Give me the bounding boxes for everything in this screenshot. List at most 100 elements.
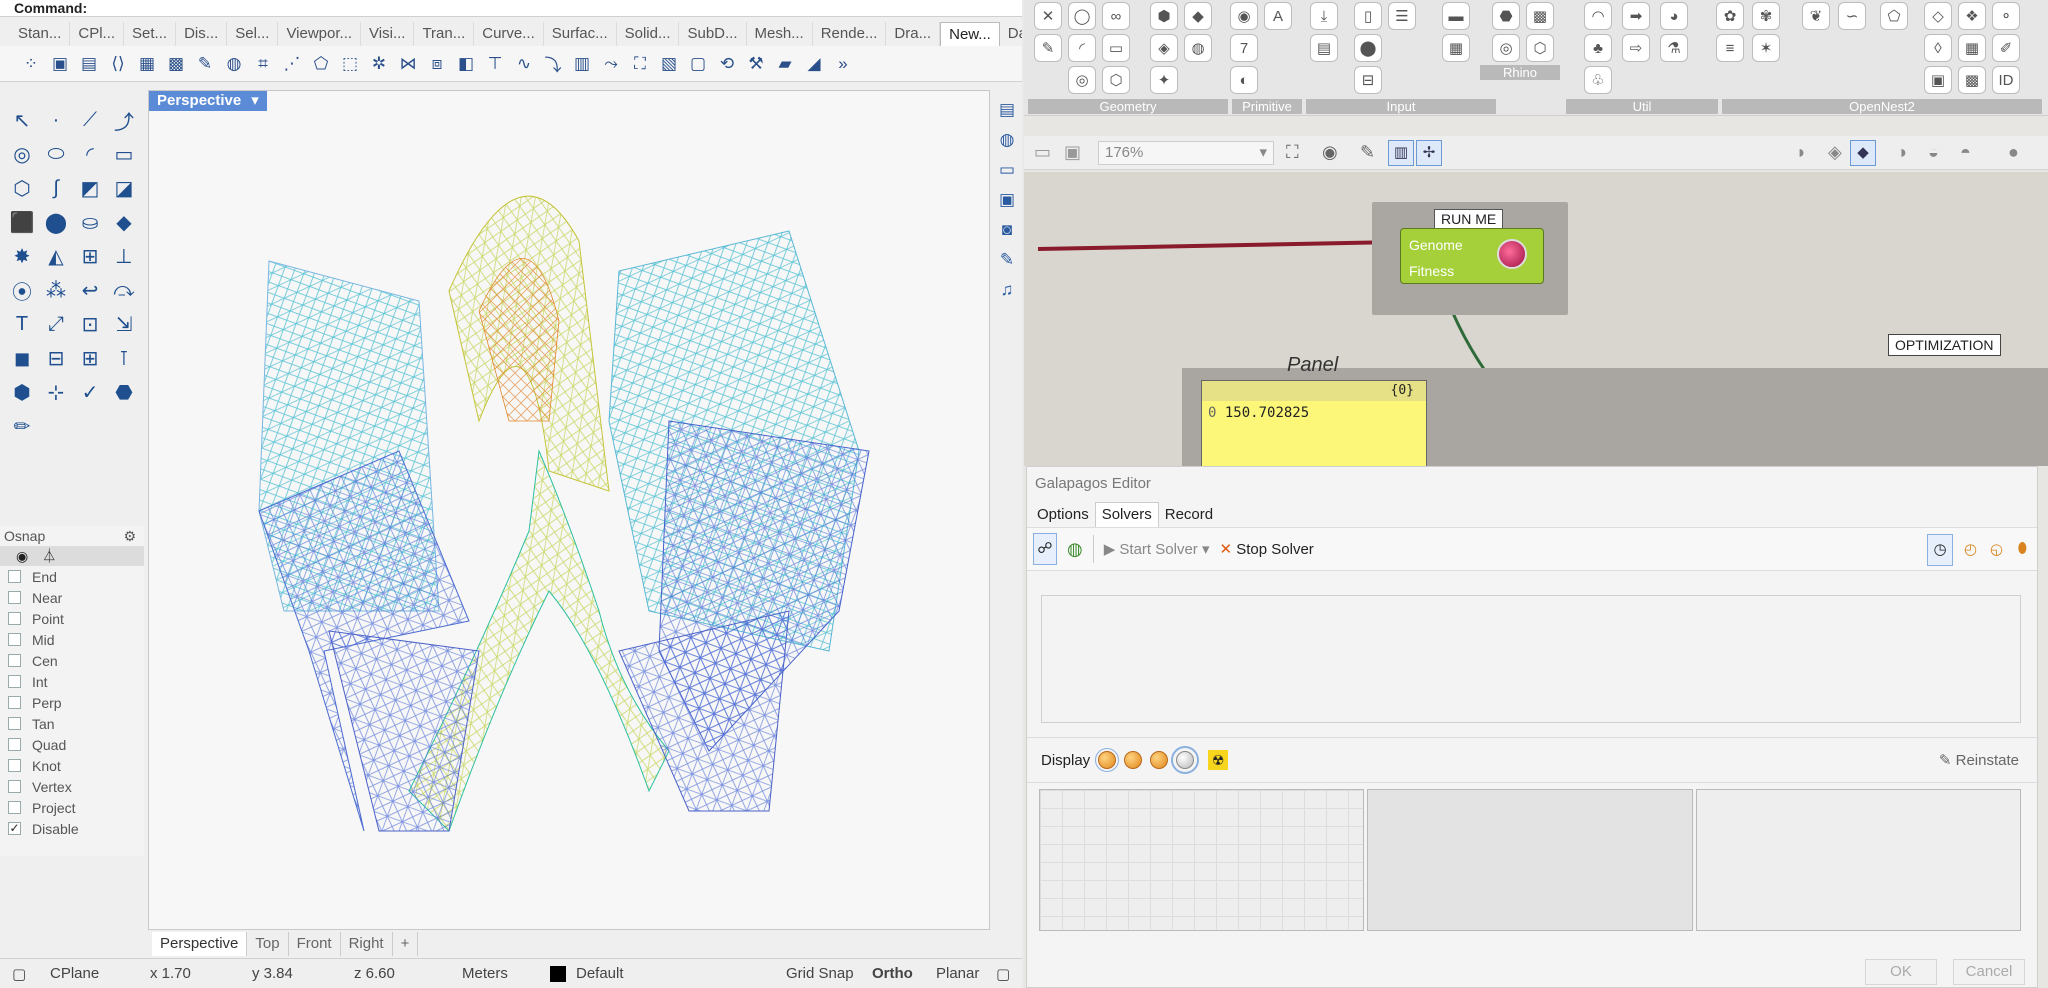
osnap-item[interactable]: Point — [0, 608, 144, 629]
gh-x-icon[interactable]: ✕ — [1034, 2, 1062, 30]
radiation-icon[interactable]: ☢ — [1208, 750, 1229, 770]
osnap-item[interactable]: ✓ Disable — [0, 818, 144, 839]
join-icon[interactable]: ↩ — [74, 274, 106, 306]
gh-nest-table-icon[interactable]: ▦ — [1958, 34, 1986, 62]
render-icon[interactable]: ▣ — [47, 51, 73, 77]
layers-icon[interactable]: ▤ — [76, 51, 102, 77]
polyline-icon[interactable]: ⟋ — [74, 104, 106, 136]
ribbon-group-util[interactable]: Util — [1566, 99, 1718, 114]
gh-bool-icon[interactable]: ◐ — [1230, 66, 1258, 94]
viewport-title[interactable]: Perspective ▾ — [149, 91, 267, 111]
layers-panel-icon[interactable]: ▤ — [999, 100, 1015, 120]
galapagos-component[interactable]: Genome Fitness — [1400, 228, 1544, 284]
gh-nest-pen-icon[interactable]: ✐ — [1992, 34, 2020, 62]
gh-sphere-icon[interactable]: ⬤ — [1354, 34, 1382, 62]
circle-icon[interactable]: ◎ — [6, 138, 38, 170]
checkbox[interactable] — [8, 759, 21, 772]
genome-map[interactable] — [1367, 789, 1693, 931]
plane-icon[interactable]: ◆ — [108, 206, 140, 238]
checkbox[interactable] — [8, 612, 21, 625]
dimension-icon[interactable]: ⊤ — [482, 51, 508, 77]
osnap-item[interactable]: Knot — [0, 755, 144, 776]
gh-donut-icon[interactable]: ◉ — [1230, 2, 1258, 30]
marker-icon[interactable]: ▰ — [772, 51, 798, 77]
checkbox[interactable] — [8, 801, 21, 814]
box-tool-icon[interactable]: ⬛ — [6, 206, 38, 238]
display-ball-4-icon[interactable] — [1171, 746, 1200, 774]
rhino-tab[interactable]: Visi... — [361, 22, 415, 46]
sketch-icon[interactable]: ✎ — [1360, 142, 1375, 163]
cluster-icon[interactable]: ⁂ — [40, 274, 72, 306]
ok-button[interactable]: OK — [1865, 959, 1937, 985]
selected-preview-icon[interactable]: ◑ — [1896, 142, 1907, 163]
gh-list-icon[interactable]: ☰ — [1388, 2, 1416, 30]
gh-arrow-outline-icon[interactable]: ⇨ — [1622, 34, 1650, 62]
planar-toggle[interactable]: Planar — [936, 965, 979, 982]
zoom-combo[interactable]: 176% ▾ — [1098, 141, 1274, 165]
osnap-item[interactable]: Project — [0, 797, 144, 818]
gh-param-icon[interactable]: ▯ — [1354, 2, 1382, 30]
camera-icon[interactable]: ◙ — [1002, 220, 1012, 240]
command-line[interactable]: Command: — [0, 0, 1022, 17]
gh-nest-leaf-icon[interactable]: ❦ — [1802, 2, 1830, 30]
ribbon-group-rhino[interactable]: Rhino — [1480, 65, 1560, 80]
mesh-icon[interactable]: ⌗ — [250, 51, 276, 77]
rhino-tab[interactable]: Stan... — [10, 22, 71, 46]
brush-icon[interactable]: ✎ — [192, 51, 218, 77]
explode-icon[interactable]: ⊥ — [108, 240, 140, 272]
gh-rhino-obj-icon[interactable]: ◎ — [1492, 34, 1520, 62]
checkbox[interactable] — [8, 570, 21, 583]
rhino-tab[interactable]: Dis... — [176, 22, 228, 46]
gh-brush-icon[interactable]: ✎ — [1034, 34, 1062, 62]
viewport-tab[interactable]: Perspective — [152, 932, 248, 956]
gh-twist-icon[interactable]: ◈ — [1150, 34, 1178, 62]
rhino-tab[interactable]: Mesh... — [747, 22, 813, 46]
start-solver-button[interactable]: ▶ Start Solver ▾ — [1104, 540, 1210, 558]
rotate-view-icon[interactable]: ⟲ — [714, 51, 740, 77]
more-icon[interactable]: » — [830, 51, 856, 77]
group-icon[interactable]: ⛶ — [627, 51, 653, 77]
display-ball-2-icon[interactable] — [1124, 751, 1143, 769]
osnap-point-icon[interactable]: ◉ — [16, 548, 28, 565]
osnap-item[interactable]: Int — [0, 671, 144, 692]
text-icon[interactable]: T — [6, 308, 38, 340]
solid-tool-icon[interactable]: ◼ — [6, 342, 38, 374]
shaded-preview-icon[interactable]: ◆ — [1850, 140, 1876, 166]
gh-text-icon[interactable]: A — [1264, 2, 1292, 30]
rhino-tab[interactable]: Sel... — [227, 22, 279, 46]
gh-circle-icon[interactable]: ◯ — [1068, 2, 1096, 30]
gh-nest-tiles-icon[interactable]: ▩ — [1958, 66, 1986, 94]
gh-brep-icon[interactable]: ⬢ — [1150, 2, 1178, 30]
solver-console[interactable] — [1041, 595, 2021, 723]
wire-icon[interactable]: ◗ — [1796, 142, 1807, 163]
wrench-icon[interactable]: ⚒ — [743, 51, 769, 77]
gh-rhino-bake-icon[interactable]: ⬣ — [1492, 2, 1520, 30]
gh-nest-blob-icon[interactable]: ❖ — [1958, 2, 1986, 30]
rhino-tab[interactable]: Curve... — [474, 22, 544, 46]
gumball-mode-icon[interactable]: ✢ — [1416, 140, 1442, 166]
timer-icon[interactable]: ◴ — [1964, 540, 1977, 558]
gh-tree-icon[interactable]: ♧ — [1584, 66, 1612, 94]
gear-icon[interactable]: ⚙ — [123, 526, 136, 546]
gh-nest-star-icon[interactable]: ✶ — [1752, 34, 1780, 62]
open-file-icon[interactable]: ▭ — [1034, 142, 1051, 163]
package-icon[interactable]: ▧ — [656, 51, 682, 77]
cylinder-icon[interactable]: ⛀ — [74, 206, 106, 238]
transform-icon[interactable]: ✸ — [6, 240, 38, 272]
checkbox[interactable] — [8, 738, 21, 751]
network-icon[interactable]: ⋈ — [395, 51, 421, 77]
checkbox[interactable] — [8, 591, 21, 604]
save-file-icon[interactable]: ▣ — [1064, 142, 1081, 163]
gh-nest-quad-icon[interactable]: ◇ — [1924, 2, 1952, 30]
gh-util-glasses-icon[interactable]: ◠ — [1584, 2, 1612, 30]
viewport-tab[interactable]: Front — [289, 932, 341, 956]
window-icon[interactable]: ▢ — [996, 965, 1010, 983]
gh-gradient-icon[interactable]: ▬ — [1442, 2, 1470, 30]
tab-solvers[interactable]: Solvers — [1094, 502, 1159, 527]
gh-flask-icon[interactable]: ⚗ — [1660, 34, 1688, 62]
point-icon[interactable]: · — [40, 104, 72, 136]
ortho-toggle[interactable]: Ortho — [872, 965, 913, 982]
curve-icon[interactable]: ∿ — [511, 51, 537, 77]
checkbox[interactable] — [8, 654, 21, 667]
points-icon[interactable]: ⁘ — [18, 51, 44, 77]
